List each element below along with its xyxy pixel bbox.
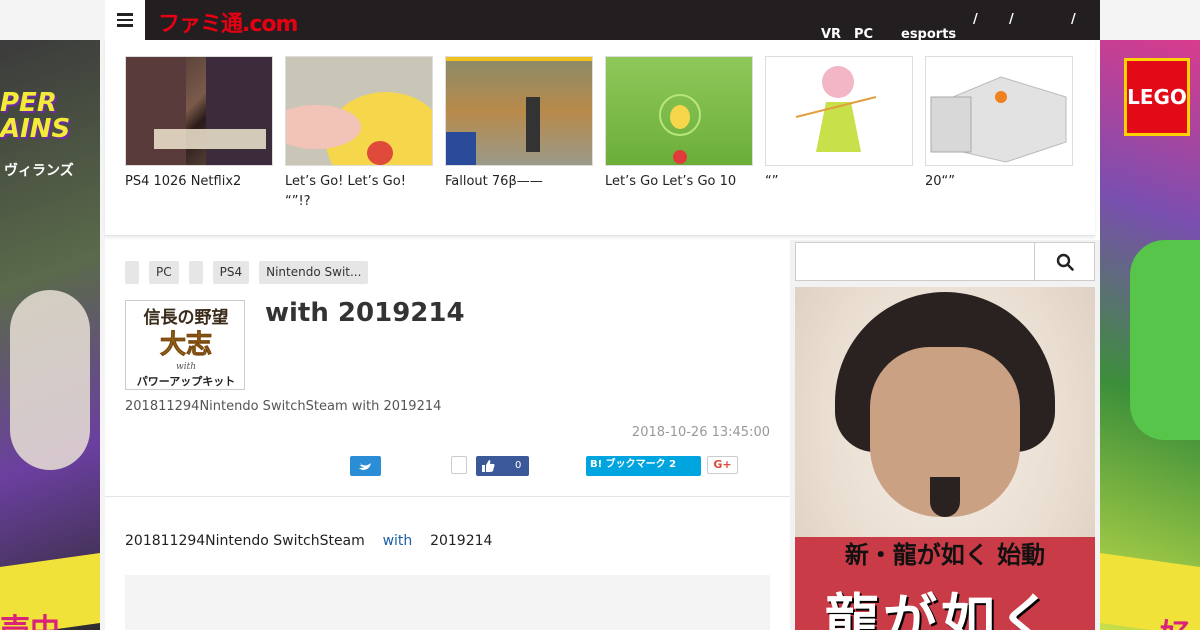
game-boxart: 信長の野望 大志 with パワーアップキット [125, 300, 245, 390]
nav-item-separator[interactable]: / [1071, 12, 1076, 27]
card-title[interactable]: Let’s Go Let’s Go 10 [605, 172, 753, 192]
nav-item-separator[interactable]: / [1009, 12, 1014, 27]
page-content: PS4 1026 Netflix2 Let’s Go! Let’s Go! “”… [105, 40, 1100, 630]
card-title[interactable]: Fallout 76β—— [445, 172, 593, 192]
thumbs-up-icon [482, 460, 495, 472]
ad-bottom-text: 好 [1160, 610, 1190, 630]
ad-tagline: 新・龍が如く 始動 [844, 540, 1046, 569]
card-title[interactable]: Let’s Go! Let’s Go! “”!? [285, 172, 433, 212]
facebook-like-count: 0 [515, 460, 522, 471]
card-title[interactable]: 20“” [925, 172, 1073, 192]
card-thumbnail[interactable] [605, 56, 753, 166]
lego-logo: LEGO [1124, 58, 1190, 136]
tag[interactable]: PC [149, 261, 179, 284]
carousel-card[interactable]: 20“” [925, 56, 1073, 192]
google-plus-button[interactable]: G+ [707, 456, 738, 474]
article-body: 201811294Nintendo SwitchSteam with 20192… [125, 533, 492, 549]
menu-button[interactable] [105, 0, 145, 40]
ad-headline: PER AINS [0, 88, 71, 144]
ad-bottom-text: 売中 [0, 605, 60, 630]
tag[interactable] [125, 261, 139, 284]
sidebar: 新・龍が如く 始動 龍が如く [790, 240, 1100, 630]
nav-item-separator[interactable]: / [973, 12, 978, 27]
carousel-card[interactable]: Let’s Go Let’s Go 10 [605, 56, 753, 192]
article: PC PS4 Nintendo Swit... 信長の野望 大志 with パワ… [105, 240, 790, 630]
carousel-card[interactable]: Fallout 76β—— [445, 56, 593, 192]
hamburger-icon [117, 13, 133, 27]
article-date: 2018-10-26 13:45:00 [631, 425, 770, 440]
tag[interactable]: Nintendo Swit... [259, 261, 369, 284]
svg-text:パワーアップキット: パワーアップキット [137, 374, 236, 388]
article-title: with 2019214 [265, 298, 465, 328]
ad-subline: ヴィランズ [4, 163, 74, 179]
embed-placeholder [125, 575, 770, 630]
svg-text:with: with [176, 362, 196, 372]
carousel-card[interactable]: Let’s Go! Let’s Go! “”!? [285, 56, 433, 212]
twitter-share-button[interactable] [350, 456, 381, 476]
card-thumbnail[interactable] [125, 56, 273, 166]
hatena-bookmark-button[interactable]: B! ブックマーク 2 [586, 456, 701, 476]
ad-figure [10, 290, 90, 470]
body-text-after: 2019214 [412, 533, 493, 549]
facebook-like-button[interactable]: 0 [476, 456, 529, 476]
svg-text:大志: 大志 [160, 330, 212, 360]
card-thumbnail[interactable] [765, 56, 913, 166]
search-input[interactable] [795, 242, 1035, 281]
divider [105, 496, 790, 497]
ad-figure [1130, 240, 1200, 440]
card-thumbnail[interactable] [285, 56, 433, 166]
tag[interactable] [188, 261, 203, 284]
site-header: ファミ通.com VR PC esports / / / [105, 0, 1100, 42]
carousel-card[interactable]: “” [765, 56, 913, 192]
svg-text:信長の野望: 信長の野望 [144, 307, 229, 328]
article-summary: 201811294Nintendo SwitchSteam with 20192… [125, 399, 442, 414]
card-title[interactable]: “” [765, 172, 913, 192]
body-link[interactable]: with [383, 533, 413, 549]
body-text-before: 201811294Nintendo SwitchSteam [125, 533, 383, 549]
ad-figure-beard [930, 477, 960, 517]
facebook-count-bubble [451, 456, 467, 474]
site-logo[interactable]: ファミ通.com [158, 6, 298, 38]
card-title[interactable]: PS4 1026 Netflix2 [125, 172, 273, 192]
tag-list: PC PS4 Nintendo Swit... [125, 261, 369, 284]
search-icon [1056, 253, 1074, 271]
news-carousel: PS4 1026 Netflix2 Let’s Go! Let’s Go! “”… [105, 40, 1095, 236]
card-thumbnail[interactable] [925, 56, 1073, 166]
sidebar-ad[interactable]: 新・龍が如く 始動 龍が如く [795, 287, 1095, 630]
tag[interactable]: PS4 [212, 261, 250, 284]
left-skin-ad[interactable]: PERAINS ヴィランズ 売中 [0, 40, 100, 630]
card-thumbnail[interactable] [445, 56, 593, 166]
search-button[interactable] [1035, 242, 1095, 281]
carousel-card[interactable]: PS4 1026 Netflix2 [125, 56, 273, 192]
right-skin-ad[interactable]: LEGO 好 [1100, 40, 1200, 630]
twitter-icon [359, 463, 371, 470]
ad-title: 龍が如く [825, 587, 1057, 630]
